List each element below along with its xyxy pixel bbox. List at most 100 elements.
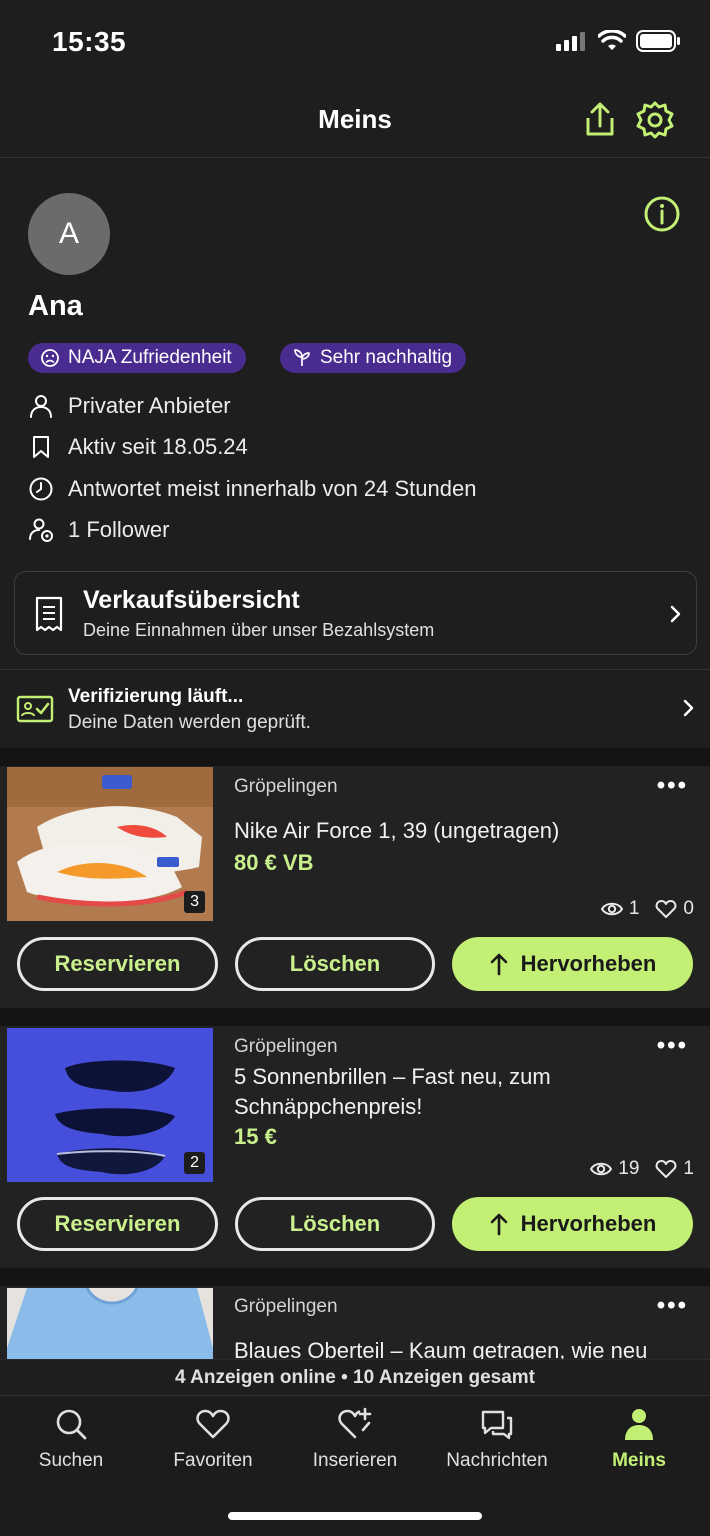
chevron-right-icon — [683, 699, 694, 717]
gear-icon[interactable] — [635, 100, 675, 140]
image-count-badge: 3 — [184, 891, 205, 913]
more-options-icon[interactable]: ••• — [657, 1032, 688, 1060]
detail-active-since: Aktiv seit 18.05.24 — [28, 434, 248, 460]
tab-profile[interactable]: Meins — [568, 1406, 710, 1472]
listing-thumbnail[interactable] — [7, 1288, 213, 1359]
search-icon — [56, 1409, 87, 1440]
detail-response-time: Antwortet meist innerhalb von 24 Stunden — [28, 476, 476, 502]
id-card-check-icon — [16, 695, 54, 723]
profile-name: Ana — [28, 290, 83, 322]
badge-satisfaction[interactable]: NAJA Zufriedenheit — [28, 343, 246, 373]
likes-count: 0 — [683, 898, 694, 919]
status-time: 15:35 — [52, 26, 127, 57]
wifi-icon — [598, 30, 626, 50]
listing-price: 80 € VB — [234, 850, 314, 875]
heart-icon — [196, 1409, 230, 1439]
tab-label: Inserieren — [312, 1450, 398, 1471]
delete-button-label: Löschen — [289, 951, 381, 976]
listing-title: 5 Sonnenbrillen – Fast neu, zum Schnäppc… — [234, 1064, 551, 1119]
avatar[interactable]: A — [28, 193, 110, 275]
user-icon — [625, 1409, 653, 1440]
battery-icon — [636, 30, 680, 52]
arrow-up-icon — [490, 953, 507, 976]
header-divider — [0, 157, 710, 158]
listing-card[interactable]: Gröpelingen ••• Blaues Oberteil – Kaum g… — [0, 1286, 710, 1359]
listing-location: Gröpelingen — [234, 776, 338, 797]
listing-price: 15 € — [234, 1124, 277, 1149]
tab-label: Nachrichten — [446, 1450, 548, 1471]
sales-overview-title: Verkaufsübersicht — [83, 586, 300, 614]
highlight-button-label: Hervorheben — [520, 951, 657, 976]
badge-label: Sehr nachhaltig — [320, 347, 453, 368]
tab-favorites[interactable]: Favoriten — [142, 1406, 284, 1472]
clock-icon — [29, 477, 53, 501]
more-options-icon[interactable]: ••• — [657, 1292, 688, 1320]
verification-title: Verifizierung läuft... — [68, 686, 244, 707]
views-count: 19 — [618, 1158, 640, 1179]
tab-messages[interactable]: Nachrichten — [426, 1406, 568, 1472]
chevron-right-icon — [670, 605, 681, 623]
tab-label: Favoriten — [173, 1450, 253, 1471]
status-icons — [556, 30, 682, 52]
listings-summary: 4 Anzeigen online • 10 Anzeigen gesamt — [0, 1359, 710, 1395]
reserve-button-label: Reservieren — [54, 951, 181, 976]
reserve-button[interactable]: Reservieren — [17, 937, 218, 991]
delete-button[interactable]: Löschen — [235, 937, 435, 991]
listing-card[interactable]: 2 Gröpelingen ••• 5 Sonnenbrillen – Fast… — [0, 1026, 710, 1268]
tab-label: Suchen — [38, 1450, 104, 1471]
tab-create-listing[interactable]: Inserieren — [284, 1406, 426, 1472]
info-icon[interactable] — [643, 195, 681, 233]
detail-seller-type: Privater Anbieter — [28, 393, 231, 419]
bookmark-icon — [33, 436, 49, 458]
verification-row[interactable] — [0, 670, 710, 748]
listing-stats: 19 1 — [590, 1158, 694, 1180]
home-indicator — [228, 1512, 482, 1520]
sunglasses-image — [7, 1028, 213, 1182]
listing-thumbnail[interactable]: 2 — [7, 1028, 213, 1182]
listing-location: Gröpelingen — [234, 1296, 338, 1317]
section-separator — [0, 1008, 710, 1026]
verification-subtitle: Deine Daten werden geprüft. — [68, 712, 311, 733]
highlight-button[interactable]: Hervorheben — [452, 937, 693, 991]
eye-icon — [590, 1162, 613, 1176]
listing-stats: 1 0 — [600, 898, 694, 920]
reserve-button-label: Reservieren — [54, 1211, 181, 1236]
person-icon — [30, 395, 52, 418]
heart-icon — [656, 1160, 677, 1178]
tab-label: Meins — [612, 1450, 666, 1471]
listing-title: Blaues Oberteil – Kaum getragen, wie neu — [234, 1338, 648, 1359]
listing-location: Gröpelingen — [234, 1036, 338, 1057]
detail-followers[interactable]: 1 Follower — [28, 517, 169, 543]
badge-sustainable[interactable]: Sehr nachhaltig — [280, 343, 467, 373]
sales-overview-card[interactable]: Verkaufsübersicht Deine Einnahmen über u… — [14, 571, 697, 655]
views-count: 1 — [628, 898, 640, 919]
highlight-button[interactable]: Hervorheben — [452, 1197, 693, 1251]
listing-title: Nike Air Force 1, 39 (ungetragen) — [234, 818, 560, 843]
listing-card[interactable]: 3 Gröpelingen ••• Nike Air Force 1, 39 (… — [0, 766, 710, 1008]
detail-text: Privater Anbieter — [68, 393, 231, 418]
badge-label: NAJA Zufriedenheit — [68, 347, 232, 368]
detail-text: Antwortet meist innerhalb von 24 Stunden — [68, 476, 477, 501]
arrow-up-icon — [490, 1213, 507, 1236]
smiley-icon — [41, 349, 59, 367]
heart-plus-icon — [338, 1407, 372, 1439]
likes-count: 1 — [683, 1158, 694, 1179]
sales-overview-subtitle: Deine Einnahmen über unser Bezahlsystem — [83, 620, 435, 640]
more-options-icon[interactable]: ••• — [657, 772, 688, 800]
share-icon[interactable] — [580, 100, 620, 140]
image-count-badge: 2 — [184, 1152, 205, 1174]
section-separator — [0, 1268, 710, 1286]
tab-search[interactable]: Suchen — [0, 1406, 142, 1472]
reserve-button[interactable]: Reservieren — [17, 1197, 218, 1251]
section-separator — [0, 748, 710, 766]
top-image — [7, 1288, 213, 1359]
listing-thumbnail[interactable]: 3 — [7, 767, 213, 921]
delete-button[interactable]: Löschen — [235, 1197, 435, 1251]
detail-text: Aktiv seit 18.05.24 — [68, 434, 248, 459]
receipt-icon — [35, 596, 63, 632]
signal-icon — [556, 32, 585, 51]
heart-icon — [656, 900, 677, 918]
sneaker-image — [7, 767, 213, 921]
leaf-icon — [294, 349, 310, 366]
highlight-button-label: Hervorheben — [520, 1211, 657, 1236]
